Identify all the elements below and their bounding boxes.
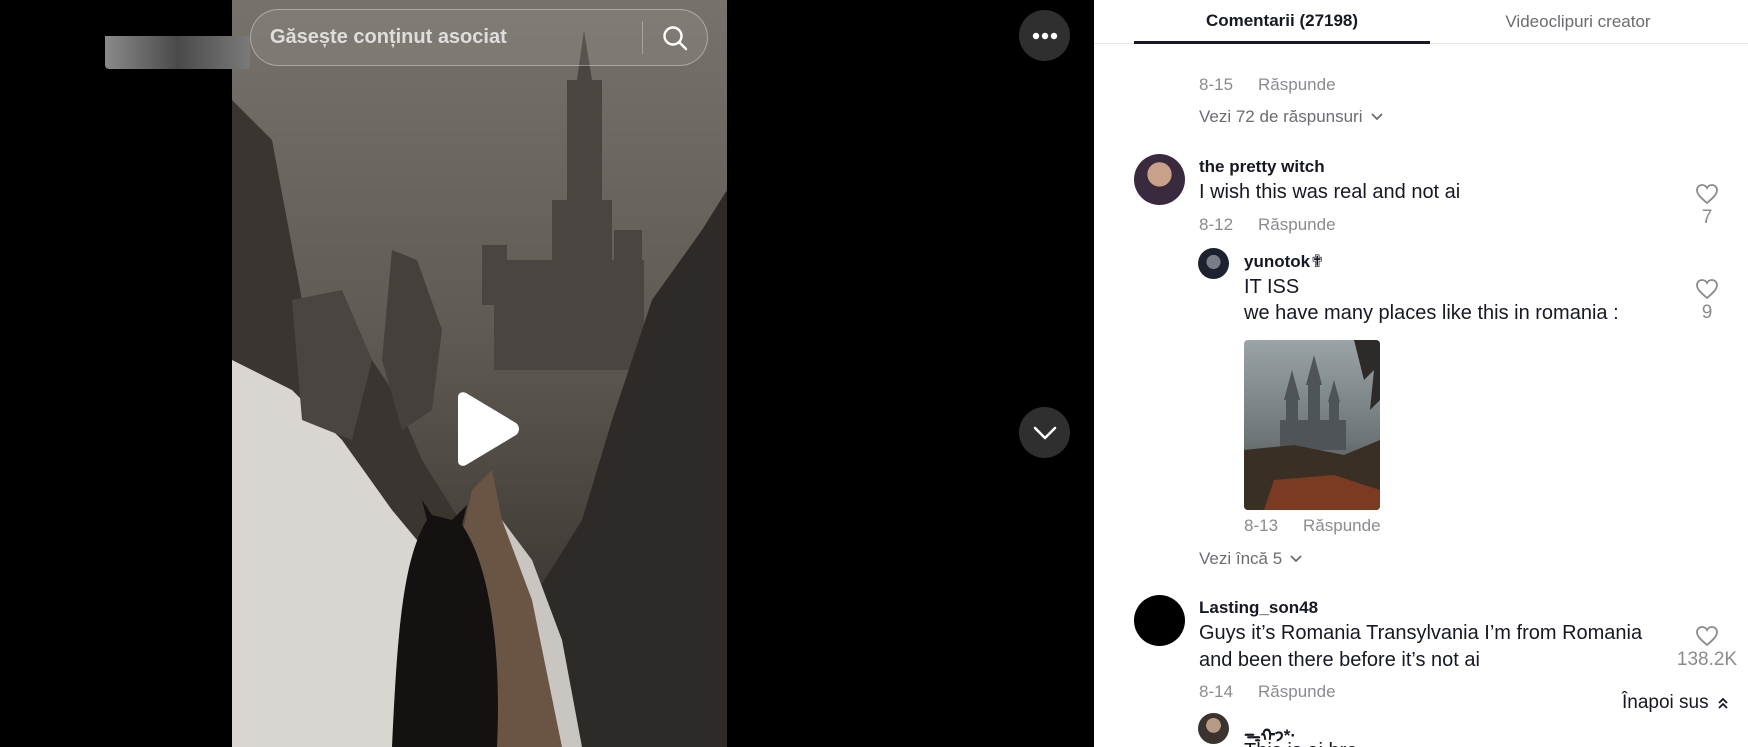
video-scene-image <box>232 0 727 747</box>
comment-text: I wish this was real and not ai <box>1199 181 1461 203</box>
like-count: 7 <box>1701 207 1713 228</box>
comment-date: 8-14 <box>1199 682 1234 701</box>
double-chevron-up-icon <box>1717 697 1728 709</box>
chevron-down-icon <box>1370 113 1383 121</box>
view-replies-button[interactable]: Vezi 72 de răspunsuri <box>1199 107 1383 127</box>
reply-date: 8-13 <box>1244 516 1279 535</box>
chevron-down-icon <box>1290 555 1302 563</box>
view-more-replies-button[interactable]: Vezi încă 5 <box>1199 549 1302 569</box>
tab-comments[interactable]: Comentarii (27198) <box>1134 0 1430 44</box>
reply-image-thumbnail-partial[interactable] <box>105 36 250 69</box>
comment-meta: 8-15 Răspunde <box>1199 75 1336 95</box>
reply-button[interactable]: Răspunde <box>1303 516 1381 536</box>
avatar[interactable] <box>1198 248 1229 279</box>
view-more-label: Vezi încă 5 <box>1199 549 1283 568</box>
comment-text-line: and been there before it’s not ai <box>1199 649 1480 671</box>
app-root: Comentarii (27198) Videoclipuri creator … <box>0 0 1748 747</box>
comment-meta: 8-12 Răspunde <box>1199 215 1336 235</box>
search-bar <box>250 9 708 66</box>
heart-icon <box>1696 279 1718 300</box>
search-icon <box>663 25 688 50</box>
like-count: 138.2K <box>1676 649 1738 670</box>
comment-date: 8-15 <box>1199 75 1234 94</box>
back-to-top-label: Înapoi sus <box>1622 692 1709 713</box>
view-replies-label: Vezi 72 de răspunsuri <box>1199 107 1363 126</box>
avatar[interactable] <box>1134 595 1185 646</box>
like-button[interactable]: 7 <box>1687 183 1727 229</box>
play-icon[interactable] <box>450 391 522 467</box>
reply-text-line: IT ISS <box>1244 276 1300 298</box>
more-options-button[interactable] <box>1019 10 1070 61</box>
like-button[interactable]: 138.2K <box>1667 625 1747 671</box>
comment-username[interactable]: the pretty witch <box>1199 157 1325 177</box>
reply-text-line: we have many places like this in romania… <box>1244 302 1619 324</box>
like-count: 9 <box>1701 302 1713 323</box>
castle-photo-image <box>1244 340 1380 510</box>
tab-creator-videos[interactable]: Videoclipuri creator <box>1430 0 1726 44</box>
back-to-top-button[interactable]: Înapoi sus <box>1620 688 1729 718</box>
reply-button[interactable]: Răspunde <box>1258 75 1336 95</box>
reply-image[interactable] <box>1244 340 1380 510</box>
comment-date: 8-12 <box>1199 215 1234 234</box>
search-button[interactable] <box>643 10 707 65</box>
video-frame[interactable] <box>232 0 727 747</box>
video-player-area <box>0 0 1094 747</box>
comment-text-line: Guys it’s Romania Transylvania I’m from … <box>1199 622 1643 644</box>
chevron-down-icon <box>1033 426 1056 439</box>
reply-button[interactable]: Răspunde <box>1258 682 1336 702</box>
reply-meta: 8-13 Răspunde <box>1244 516 1381 536</box>
avatar[interactable] <box>1134 154 1185 205</box>
more-dots-icon <box>1032 32 1057 39</box>
search-input[interactable] <box>251 10 642 65</box>
like-button[interactable]: 9 <box>1687 278 1727 324</box>
avatar[interactable] <box>1198 713 1229 744</box>
reply-text-partial: This is ai bro <box>1244 738 1357 747</box>
heart-icon <box>1696 184 1718 205</box>
heart-icon <box>1696 626 1718 647</box>
reply-button[interactable]: Răspunde <box>1258 215 1336 235</box>
tab-bar: Comentarii (27198) Videoclipuri creator <box>1094 0 1748 44</box>
comment-username[interactable]: Lasting_son48 <box>1199 598 1318 618</box>
reply-username[interactable]: yunotok✟ <box>1244 252 1324 272</box>
comment-meta: 8-14 Răspunde <box>1199 682 1336 702</box>
next-video-button[interactable] <box>1019 407 1070 458</box>
